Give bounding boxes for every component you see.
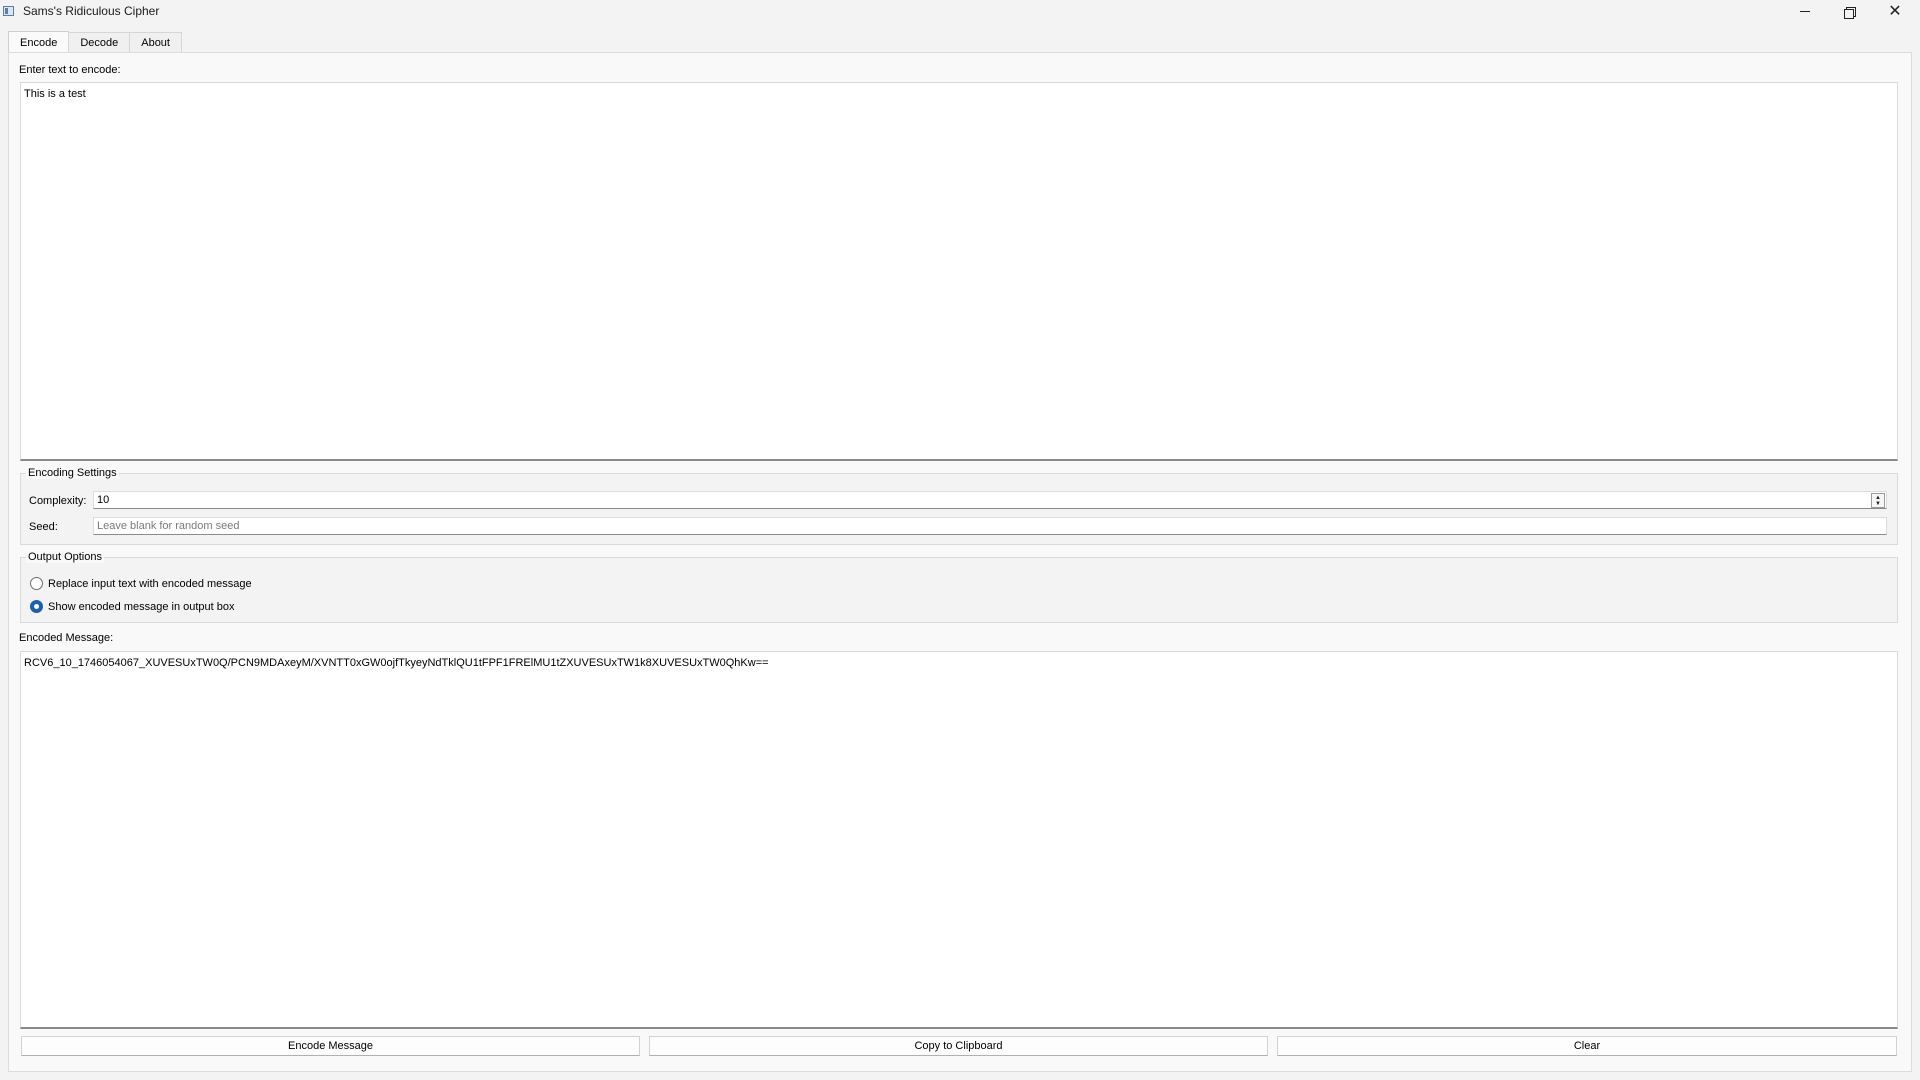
output-options-title: Output Options bbox=[26, 551, 104, 563]
tab-decode[interactable]: Decode bbox=[68, 32, 131, 53]
close-button[interactable]: ✕ bbox=[1872, 0, 1918, 23]
complexity-label: Complexity: bbox=[29, 495, 87, 507]
output-options-group bbox=[20, 557, 1898, 623]
tab-encode[interactable]: Encode bbox=[8, 31, 70, 53]
complexity-value: 10 bbox=[97, 494, 110, 506]
seed-placeholder: Leave blank for random seed bbox=[97, 520, 240, 532]
title-bar[interactable]: Sams's Ridiculous Cipher ✕ bbox=[0, 0, 1920, 23]
radio-show-label: Show encoded message in output box bbox=[48, 600, 235, 613]
seed-input[interactable]: Leave blank for random seed bbox=[93, 517, 1887, 535]
radio-show-output[interactable]: Show encoded message in output box bbox=[30, 600, 235, 613]
input-textarea[interactable]: This is a test bbox=[20, 82, 1898, 461]
radio-replace-input[interactable]: Replace input text with encoded message bbox=[30, 577, 252, 590]
radio-checked-icon[interactable] bbox=[30, 600, 43, 613]
minimize-button[interactable] bbox=[1782, 0, 1828, 23]
app-icon bbox=[3, 6, 14, 16]
encode-message-button[interactable]: Encode Message bbox=[21, 1036, 640, 1056]
tab-bar: Encode Decode About bbox=[8, 31, 182, 53]
minimize-icon bbox=[1800, 11, 1810, 12]
close-icon: ✕ bbox=[1888, 2, 1902, 20]
restore-button[interactable] bbox=[1826, 0, 1872, 23]
input-text: This is a test bbox=[24, 88, 86, 100]
complexity-spinbox[interactable]: 10 ▲ ▼ bbox=[93, 491, 1887, 509]
tab-about[interactable]: About bbox=[129, 32, 182, 53]
output-label: Encoded Message: bbox=[19, 632, 114, 644]
complexity-stepper[interactable]: ▲ ▼ bbox=[1871, 493, 1885, 508]
clear-button[interactable]: Clear bbox=[1277, 1036, 1897, 1056]
copy-to-clipboard-button[interactable]: Copy to Clipboard bbox=[649, 1036, 1268, 1056]
radio-unchecked-icon[interactable] bbox=[30, 577, 43, 590]
window-title: Sams's Ridiculous Cipher bbox=[23, 4, 160, 18]
encoding-settings-title: Encoding Settings bbox=[26, 467, 119, 479]
app-window: Sams's Ridiculous Cipher ✕ Encode Decode… bbox=[0, 0, 1920, 1080]
restore-icon bbox=[1844, 6, 1856, 19]
radio-replace-label: Replace input text with encoded message bbox=[48, 577, 252, 590]
input-label: Enter text to encode: bbox=[19, 64, 121, 76]
stepper-down-icon[interactable]: ▼ bbox=[1875, 501, 1881, 507]
seed-label: Seed: bbox=[29, 521, 58, 533]
output-text: RCV6_10_1746054067_XUVESUxTW0Q/PCN9MDAxe… bbox=[24, 657, 769, 669]
output-textarea[interactable]: RCV6_10_1746054067_XUVESUxTW0Q/PCN9MDAxe… bbox=[20, 651, 1898, 1029]
